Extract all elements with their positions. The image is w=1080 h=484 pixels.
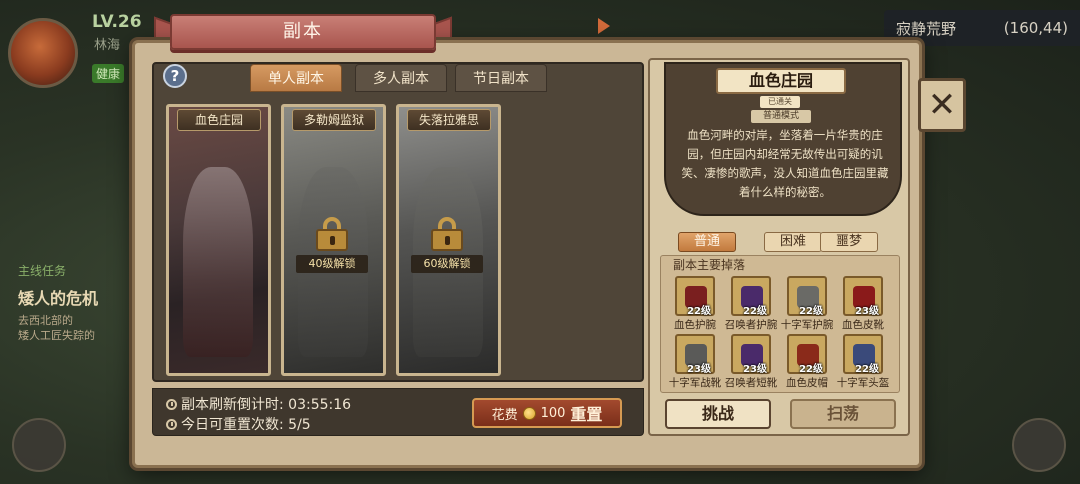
location-coords: (160,44): [1003, 19, 1068, 37]
lock-icon: [316, 217, 348, 251]
challenge-button[interactable]: 挑战: [665, 399, 771, 429]
item-level: 23级: [855, 306, 879, 317]
drop-item[interactable]: 22级 血色护腕: [670, 276, 720, 332]
cleared-badge: 已通关: [760, 96, 800, 108]
modal-title: 副本: [283, 21, 323, 42]
item-name: 血色护腕: [674, 319, 716, 331]
difficulty-hard-button[interactable]: 困难: [764, 232, 822, 252]
item-frame: 22级: [787, 334, 827, 375]
item-level: 22级: [743, 306, 767, 317]
lock-icon: [431, 217, 463, 251]
item-name: 召唤者短靴: [724, 377, 778, 389]
dungeon-card-title: 多勒姆监狱: [292, 109, 376, 131]
item-name: 十字军战靴: [668, 377, 722, 389]
item-level: 22级: [855, 364, 879, 375]
drop-item[interactable]: 23级 十字军战靴: [669, 334, 721, 390]
tab-festival-dungeon[interactable]: 节日副本: [455, 64, 547, 92]
item-name: 十字军护腕: [780, 319, 834, 331]
item-frame: 22级: [787, 276, 827, 317]
item-frame: 23级: [731, 334, 771, 375]
item-level: 22级: [799, 364, 823, 375]
quest-title: 矮人的危机: [18, 289, 99, 308]
item-name: 血色皮帽: [786, 377, 828, 389]
item-level: 22级: [799, 306, 823, 317]
item-frame: 22级: [731, 276, 771, 317]
item-frame: 23级: [843, 276, 883, 317]
dungeon-card-scarlet-manor[interactable]: 血色庄园: [166, 104, 271, 376]
unlock-requirement: 60级解锁: [411, 255, 483, 273]
dungeon-card-prison[interactable]: 多勒姆监狱 40级解锁: [281, 104, 386, 376]
item-name: 血色皮靴: [842, 319, 884, 331]
item-level: 23级: [687, 364, 711, 375]
reset-count: 今日可重置次数: 5/5: [181, 417, 311, 433]
collapse-arrow-icon[interactable]: [598, 18, 610, 34]
item-frame: 23级: [675, 334, 715, 375]
bottom-left-menu-icon[interactable]: [12, 418, 66, 472]
reset-label: 重置: [570, 405, 603, 424]
health-status-badge: 健康: [92, 64, 125, 83]
difficulty-normal-button[interactable]: 普通: [678, 232, 736, 252]
drop-item[interactable]: 22级 十字军护腕: [781, 276, 833, 332]
player-avatar[interactable]: [8, 18, 78, 88]
unlock-requirement: 40级解锁: [296, 255, 368, 273]
item-level: 22级: [687, 306, 711, 317]
dungeon-art: [183, 167, 253, 357]
refresh-info: 副本刷新倒计时: 03:55:16 今日可重置次数: 5/5: [166, 394, 351, 434]
item-level: 23级: [743, 364, 767, 375]
dungeon-card-title: 失落拉雅思: [407, 109, 491, 131]
drops-title: 副本主要掉落: [673, 258, 746, 272]
item-name: 十字军头盔: [836, 377, 890, 389]
help-icon[interactable]: ?: [163, 64, 187, 88]
drop-item[interactable]: 23级 血色皮靴: [838, 276, 888, 332]
quest-description-line: 去西北部的: [18, 314, 73, 327]
drop-item[interactable]: 22级 血色皮帽: [782, 334, 832, 390]
reset-button[interactable]: 花费 100 重置: [472, 398, 622, 428]
player-level: LV.26: [92, 12, 142, 32]
clock-icon: [166, 418, 177, 430]
reset-cost: 100: [540, 405, 566, 421]
tab-single-dungeon[interactable]: 单人副本: [250, 64, 342, 92]
clock-icon: [166, 398, 177, 410]
tab-multi-dungeon[interactable]: 多人副本: [355, 64, 447, 92]
drop-item[interactable]: 22级 召唤者护腕: [725, 276, 777, 332]
item-frame: 22级: [675, 276, 715, 317]
dungeon-card-lost-raya[interactable]: 失落拉雅思 60级解锁: [396, 104, 501, 376]
modal-title-banner: 副本: [170, 14, 436, 50]
quest-description-line: 矮人工匠失踪的: [18, 329, 95, 342]
item-frame: 22级: [843, 334, 883, 375]
reset-cost-prefix: 花费: [491, 407, 518, 423]
location-name: 寂静荒野: [896, 19, 957, 38]
sweep-button[interactable]: 扫荡: [790, 399, 896, 429]
refresh-countdown: 副本刷新倒计时: 03:55:16: [181, 397, 352, 413]
dungeon-detail-title: 血色庄园: [716, 68, 846, 94]
quest-panel[interactable]: 主线任务 矮人的危机 去西北部的 矮人工匠失踪的: [18, 262, 148, 382]
drop-item[interactable]: 22级 十字军头盔: [837, 334, 889, 390]
quest-header: 主线任务: [18, 264, 67, 278]
mode-badge: 普通模式: [751, 110, 811, 123]
dungeon-description: 血色河畔的对岸，坐落着一片华贵的庄园，但庄园内却经常无故传出可疑的讥笑、凄惨的歌…: [681, 128, 889, 199]
item-name: 召唤者护腕: [724, 319, 778, 331]
player-name: 林海: [94, 38, 121, 53]
difficulty-nightmare-button[interactable]: 噩梦: [820, 232, 878, 252]
drop-item[interactable]: 23级 召唤者短靴: [725, 334, 777, 390]
bottom-right-menu-icon[interactable]: [1012, 418, 1066, 472]
gold-coin-icon: [522, 406, 536, 420]
close-icon[interactable]: ✕: [918, 78, 966, 132]
dungeon-card-title: 血色庄园: [177, 109, 261, 131]
